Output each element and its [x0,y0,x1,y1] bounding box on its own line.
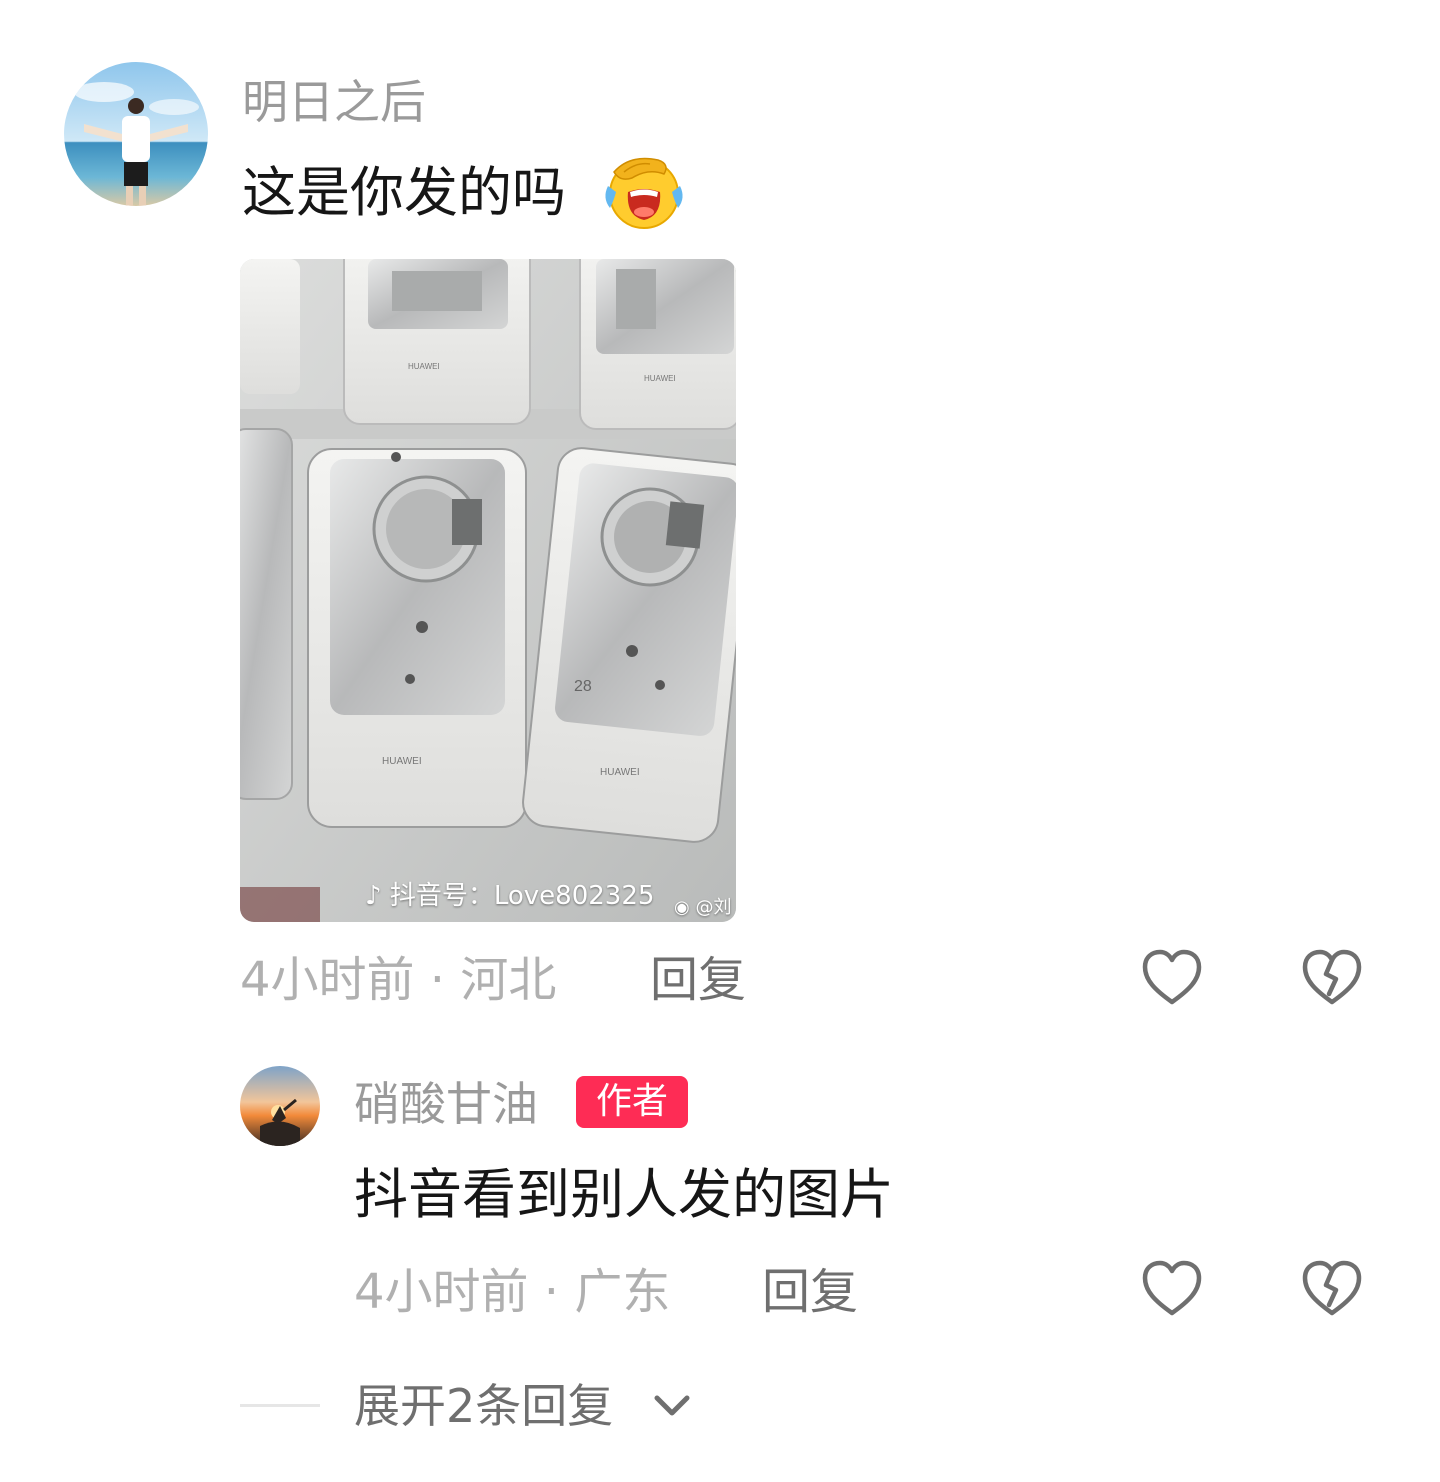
chevron-down-icon[interactable] [652,1390,692,1420]
weibo-logo-icon: ◉ [674,897,690,918]
douyin-logo-icon: ♪ [365,881,382,911]
author-badge: 作者 [576,1076,688,1128]
weibo-watermark-text: @刘 [695,897,732,918]
expand-replies-button[interactable]: 展开2条回复 [354,1376,613,1436]
product-label-small: HUAWEI [408,362,440,371]
heart-outline-icon[interactable] [1141,1259,1203,1317]
comment-text: 这是你发的吗 [242,161,566,224]
weibo-watermark: ◉ @刘 [674,896,731,920]
broken-heart-icon[interactable] [1301,948,1363,1006]
reply-button[interactable]: 回复 [762,1262,858,1322]
product-label-small: HUAWEI [644,374,676,383]
watermark-text: 抖音号：Love802325 [389,881,655,911]
broken-heart-icon[interactable] [1301,1259,1363,1317]
avatar[interactable] [64,62,208,206]
comment-image[interactable]: HUAWEI HUAWEI HUAWEI HUAWEI 28 [240,259,736,922]
watermark: ♪ 抖音号：Love802325 [365,878,654,914]
comment-username[interactable]: 硝酸甘油 [354,1074,538,1134]
unit-number: 28 [574,678,592,695]
product-label: HUAWEI [382,756,422,767]
comment-username[interactable]: 明日之后 [242,72,426,132]
product-label: HUAWEI [600,767,640,778]
heart-outline-icon[interactable] [1141,948,1203,1006]
avatar[interactable] [240,1066,320,1146]
comment-meta: 4小时前 · 河北 [240,952,557,1008]
facepalm-laugh-emoji-icon [600,152,686,230]
divider [240,1404,320,1407]
comment-meta: 4小时前 · 广东 [354,1264,671,1320]
comment-text: 抖音看到别人发的图片 [354,1163,894,1226]
reply-button[interactable]: 回复 [650,950,746,1010]
